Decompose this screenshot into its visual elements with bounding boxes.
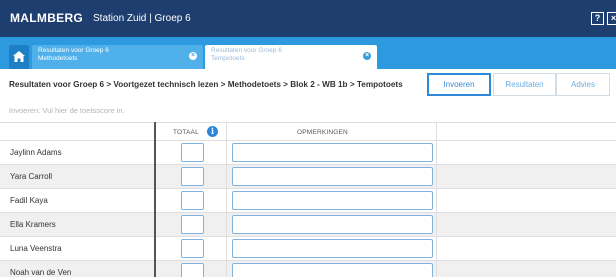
student-name: Fadil Kaya (10, 196, 48, 205)
table-row: Yara Carroll (0, 165, 616, 188)
remarks-input[interactable] (232, 143, 433, 162)
table-row: Fadil Kaya (0, 189, 616, 212)
remarks-column-header: OPMERKINGEN (297, 129, 348, 136)
home-icon (13, 51, 25, 62)
remarks-input[interactable] (232, 167, 433, 186)
remarks-input[interactable] (232, 191, 433, 210)
home-tab[interactable] (9, 45, 29, 69)
student-name: Luna Veenstra (10, 244, 62, 253)
total-score-input[interactable] (181, 191, 204, 210)
total-score-input[interactable] (181, 239, 204, 258)
tab-subtitle: Methodetoets (38, 55, 78, 62)
close-tab-icon[interactable]: × (189, 52, 197, 60)
total-score-input[interactable] (181, 143, 204, 162)
malmberg-logo: MALMBERG (10, 11, 84, 25)
student-name: Yara Carroll (10, 172, 53, 181)
remarks-input[interactable] (232, 215, 433, 234)
student-name: Ella Kramers (10, 220, 56, 229)
resultaten-button[interactable]: Resultaten (493, 73, 556, 96)
column-divider (436, 122, 437, 277)
tab-title: Resultaten voor Groep 6 (38, 47, 109, 54)
table-row: Jaylinn Adams (0, 141, 616, 164)
instruction-text: Invoeren: Vul hier de toetsscore in. (9, 106, 125, 115)
remarks-input[interactable] (232, 239, 433, 258)
score-table: TOTAAL i OPMERKINGEN Jaylinn Adams Yara … (0, 122, 616, 277)
student-name: Jaylinn Adams (10, 148, 62, 157)
table-row: Noah van de Ven (0, 261, 616, 277)
tab-title: Resultaten voor Groep 6 (211, 47, 282, 54)
tab-methodetoets[interactable]: Resultaten voor Groep 6 Methodetoets × (32, 45, 203, 69)
close-app-button[interactable]: × (607, 12, 616, 25)
advies-button[interactable]: Advies (556, 73, 610, 96)
total-score-input[interactable] (181, 263, 204, 277)
invoeren-button[interactable]: Invoeren (427, 73, 491, 96)
help-button[interactable]: ? (591, 12, 604, 25)
tab-bar: Resultaten voor Groep 6 Methodetoets × R… (0, 37, 616, 69)
table-row: Luna Veenstra (0, 237, 616, 260)
breadcrumb: Resultaten voor Groep 6 > Voortgezet tec… (9, 80, 403, 89)
top-bar: MALMBERG Station Zuid | Groep 6 ? × (0, 0, 616, 37)
name-column-divider (154, 122, 156, 277)
school-group-label: Station Zuid | Groep 6 (93, 13, 191, 24)
tab-subtitle: Tempotoets (211, 55, 245, 62)
info-icon[interactable]: i (207, 126, 218, 137)
total-score-input[interactable] (181, 215, 204, 234)
close-tab-icon[interactable]: × (363, 52, 371, 60)
tab-tempotoets[interactable]: Resultaten voor Groep 6 Tempotoets × (205, 45, 377, 69)
total-column-header: TOTAAL (173, 129, 199, 136)
table-divider (0, 122, 616, 123)
table-row: Ella Kramers (0, 213, 616, 236)
remarks-input[interactable] (232, 263, 433, 277)
total-score-input[interactable] (181, 167, 204, 186)
student-name: Noah van de Ven (10, 268, 72, 277)
column-divider (226, 122, 227, 277)
